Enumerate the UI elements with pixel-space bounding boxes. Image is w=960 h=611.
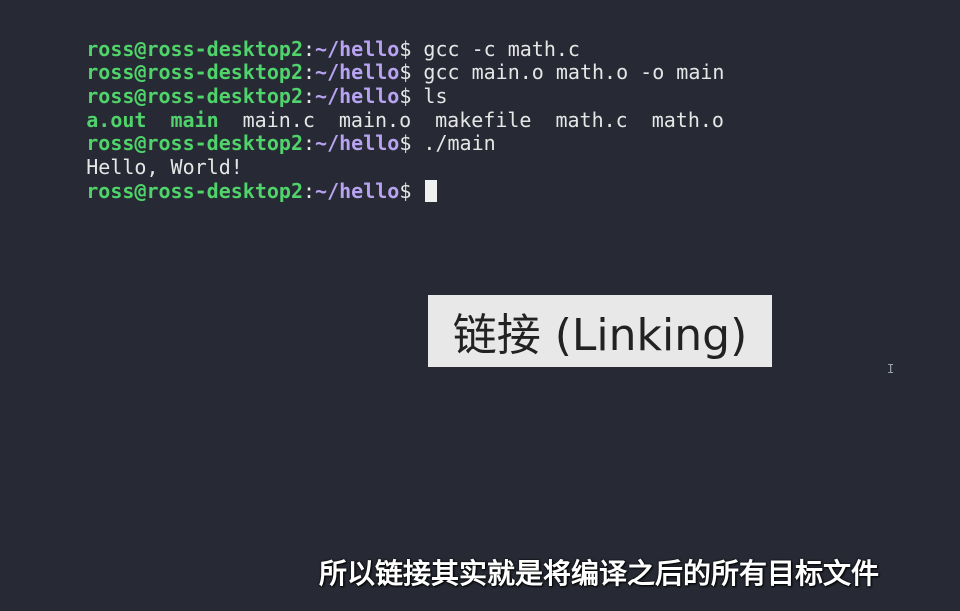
command-text: gcc main.o math.o -o main bbox=[411, 60, 725, 85]
prompt-user-host: ross@ross-desktop2 bbox=[86, 178, 303, 203]
ls-file-executable: main bbox=[170, 107, 219, 132]
caption-title: 链接 (Linking) bbox=[452, 310, 748, 361]
prompt-path: ~/hello bbox=[315, 131, 400, 156]
program-output: Hello, World! bbox=[86, 155, 243, 180]
terminal-line: ross@ross-desktop2:~/hello$ gcc -c math.… bbox=[14, 14, 724, 61]
ls-file-executable: a.out bbox=[86, 107, 147, 132]
ls-file: math.c bbox=[555, 107, 628, 132]
prompt-dollar: $ bbox=[399, 60, 412, 85]
command-text: ls bbox=[411, 84, 448, 109]
prompt-user-host: ross@ross-desktop2 bbox=[86, 36, 303, 61]
prompt-colon: : bbox=[303, 84, 316, 109]
command-text: gcc -c math.c bbox=[411, 36, 580, 61]
prompt-dollar: $ bbox=[399, 36, 412, 61]
ls-file: main.o bbox=[338, 107, 412, 132]
command-text: ./main bbox=[411, 131, 496, 156]
block-cursor bbox=[425, 179, 438, 202]
ls-file: math.o bbox=[651, 107, 724, 132]
video-subtitle: 所以链接其实就是将编译之后的所有目标文件 bbox=[318, 557, 879, 590]
terminal-window[interactable]: ross@ross-desktop2:~/hello$ gcc -c math.… bbox=[0, 0, 960, 611]
prompt-dollar: $ bbox=[399, 178, 412, 203]
prompt-dollar: $ bbox=[399, 84, 412, 109]
prompt-colon: : bbox=[303, 60, 316, 85]
prompt-path: ~/hello bbox=[315, 178, 400, 203]
command-input[interactable] bbox=[411, 179, 423, 203]
prompt-colon: : bbox=[303, 131, 316, 156]
prompt-user-host: ross@ross-desktop2 bbox=[86, 131, 303, 156]
prompt-user-host: ross@ross-desktop2 bbox=[86, 60, 303, 85]
prompt-path: ~/hello bbox=[315, 60, 400, 85]
prompt-colon: : bbox=[303, 36, 316, 61]
caption-box: 链接 (Linking) bbox=[428, 295, 772, 367]
text-ibeam-icon: I bbox=[887, 362, 895, 376]
ls-file: makefile bbox=[435, 107, 532, 132]
prompt-colon: : bbox=[303, 178, 316, 203]
terminal-output: ross@ross-desktop2:~/hello$ gcc -c math.… bbox=[14, 14, 725, 203]
prompt-dollar: $ bbox=[399, 131, 412, 156]
prompt-user-host: ross@ross-desktop2 bbox=[86, 84, 303, 109]
prompt-path: ~/hello bbox=[315, 36, 400, 61]
prompt-path: ~/hello bbox=[315, 84, 400, 109]
ls-file: main.c bbox=[242, 107, 315, 132]
